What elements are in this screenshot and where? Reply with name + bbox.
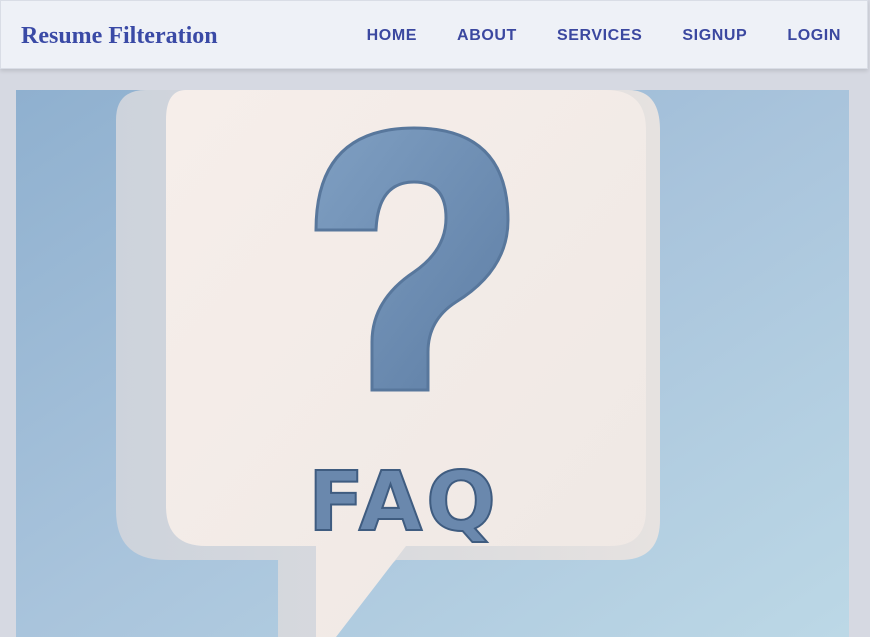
faq-illustration: FAQ [16, 90, 849, 637]
nav-link-login[interactable]: LOGIN [787, 25, 841, 47]
hero-image: FAQ [16, 90, 849, 637]
navbar: Resume Filteration HOME ABOUT SERVICES S… [0, 0, 868, 69]
nav-item-services: SERVICES [557, 25, 642, 47]
nav-link-services[interactable]: SERVICES [557, 25, 642, 47]
nav-item-signup: SIGNUP [682, 25, 747, 47]
nav-link-about[interactable]: ABOUT [457, 25, 517, 47]
nav-link-signup[interactable]: SIGNUP [682, 25, 747, 47]
nav-link-home[interactable]: HOME [367, 25, 417, 47]
nav-item-about: ABOUT [457, 25, 517, 47]
nav-item-home: HOME [367, 25, 417, 47]
nav-menu: HOME ABOUT SERVICES SIGNUP LOGIN [367, 25, 841, 47]
faq-text: FAQ [308, 455, 500, 550]
nav-item-login: LOGIN [787, 25, 841, 47]
brand-logo[interactable]: Resume Filteration [21, 21, 218, 51]
